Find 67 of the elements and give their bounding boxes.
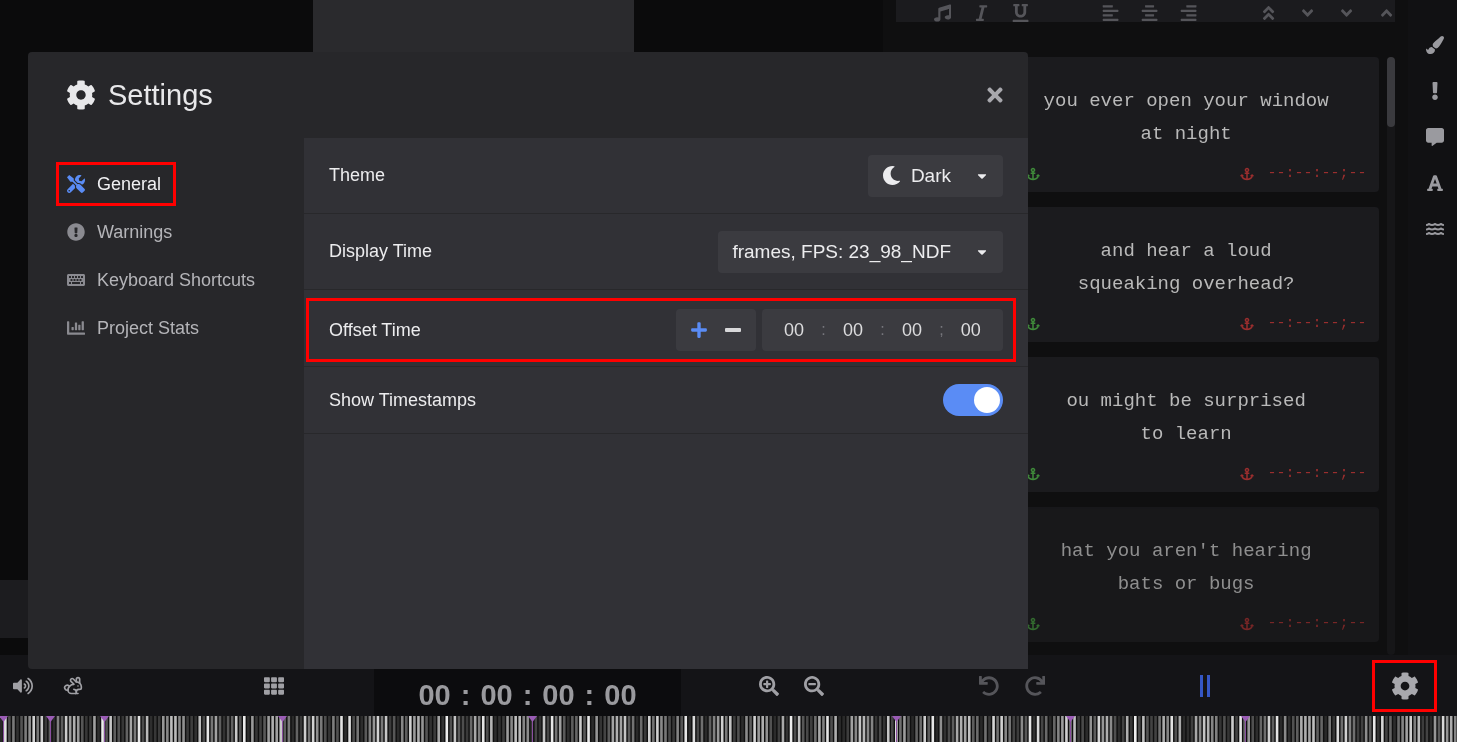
anchor-icon[interactable] (1239, 166, 1254, 181)
caption-text: hat you aren't hearing (1059, 539, 1313, 564)
dropdown[interactable]: frames, FPS: 23_98_NDF (718, 230, 1003, 273)
music-icon[interactable] (933, 4, 951, 22)
anchor-icon[interactable] (1239, 316, 1254, 331)
timecode-value: 00 (480, 679, 513, 713)
timecode-separator: : (522, 679, 533, 713)
caption-text: bats or bugs (1116, 572, 1256, 597)
tools-icon (67, 175, 85, 193)
out-time: --:--:--;-- (1267, 165, 1367, 182)
waves-icon[interactable] (1425, 220, 1444, 238)
nav-item[interactable]: Project Stats (56, 306, 215, 350)
time-field[interactable]: 00 (957, 319, 984, 341)
underline-icon[interactable] (1011, 4, 1030, 22)
keyboard-icon (67, 271, 85, 289)
anchor-icon[interactable] (1025, 466, 1040, 481)
timecode-value: 00 (604, 679, 637, 713)
setting-label: Offset Time (329, 319, 422, 341)
caption-text: and hear a loud (1099, 239, 1273, 264)
time-field[interactable]: 00 (898, 319, 925, 341)
align-center-icon[interactable] (1140, 4, 1158, 22)
dialog-title: Settings (108, 78, 214, 112)
caption-text: ou might be surprised (1065, 389, 1307, 414)
timecode-value: 00 (542, 679, 575, 713)
anchor-icon[interactable] (1025, 316, 1040, 331)
setting-label: Show Timestamps (329, 389, 478, 411)
out-time: --:--:--;-- (1267, 615, 1367, 632)
time-field[interactable]: 00 (781, 319, 808, 341)
anchor-icon[interactable] (1239, 616, 1254, 631)
plus-icon (690, 321, 708, 339)
comment-icon[interactable] (1425, 128, 1444, 146)
nav-item[interactable]: Keyboard Shortcuts (56, 258, 271, 302)
nav-item[interactable]: General (56, 162, 177, 206)
scrollbar-thumb[interactable] (1386, 57, 1395, 127)
setting-label: Theme (329, 165, 387, 186)
timecode-separator: : (460, 679, 471, 713)
caption-text: squeaking overhead? (1076, 272, 1296, 297)
nav-item[interactable]: Warnings (56, 210, 188, 254)
separator: : (821, 321, 826, 339)
caption-text: to learn (1139, 422, 1233, 447)
separator: : (880, 321, 885, 339)
separator: ; (939, 321, 944, 339)
caption-text: you ever open your window (1042, 89, 1330, 114)
bar-chart-icon (67, 319, 85, 337)
gear-icon (1390, 671, 1419, 700)
setting-label: Display Time (329, 241, 434, 262)
settings-button[interactable] (1372, 659, 1437, 712)
align-right-icon[interactable] (1179, 4, 1198, 22)
moon-icon (881, 166, 901, 185)
minus-icon (725, 328, 741, 332)
exclamation-icon (67, 223, 85, 241)
settings-icon (66, 80, 96, 110)
toggle-switch[interactable] (943, 384, 1003, 416)
caption-text: at night (1139, 122, 1233, 147)
align-left-icon[interactable] (1101, 4, 1119, 22)
font-icon[interactable] (1425, 174, 1444, 192)
time-field[interactable]: 00 (840, 319, 867, 341)
timecode-value: 00 (418, 679, 451, 713)
out-time: --:--:--;-- (1267, 315, 1367, 332)
dropdown[interactable]: Dark (867, 154, 1003, 197)
timecode-separator: : (584, 679, 595, 713)
pause-icon (1199, 674, 1211, 697)
out-time: --:--:--;-- (1267, 465, 1367, 482)
anchor-icon[interactable] (1025, 166, 1040, 181)
anchor-icon[interactable] (1239, 466, 1254, 481)
brush-icon[interactable] (1425, 36, 1444, 54)
anchor-icon[interactable] (1025, 616, 1040, 631)
